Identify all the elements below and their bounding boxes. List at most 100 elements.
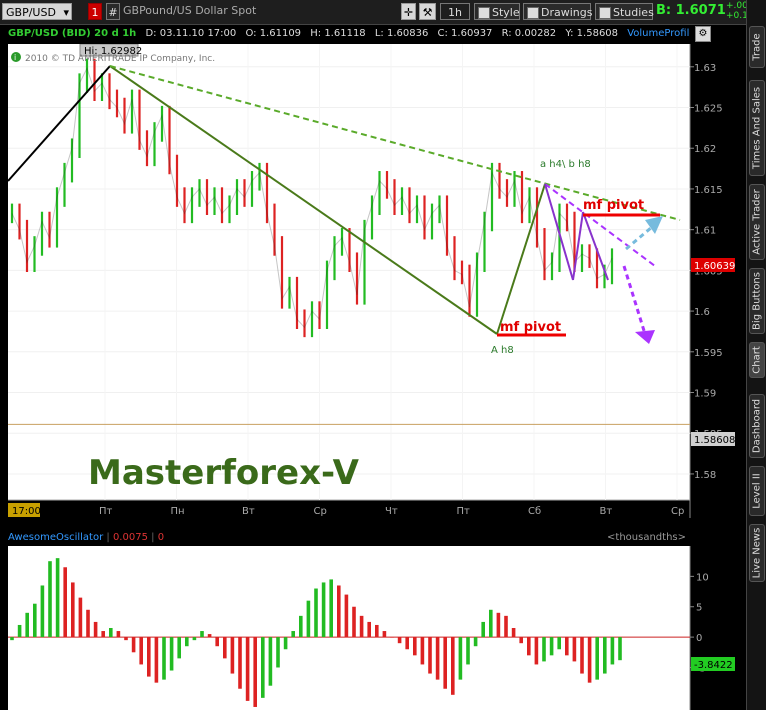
- oscillator-chart[interactable]: 1050-5 -3.8422: [0, 546, 746, 710]
- oscillator-bar: [261, 637, 265, 698]
- oscillator-title[interactable]: AwesomeOscillator: [8, 532, 103, 543]
- oscillator-bar: [177, 637, 181, 659]
- drawings-button[interactable]: Drawings: [523, 3, 593, 20]
- price-time-tick-label: Пн: [171, 506, 185, 517]
- link-flag[interactable]: 1: [88, 3, 102, 20]
- sidebar-tab-dashboard[interactable]: Dashboard: [749, 394, 765, 458]
- oscillator-bar: [618, 637, 622, 661]
- sidebar-tab-chart[interactable]: Chart: [749, 342, 765, 378]
- oscillator-bar: [352, 606, 356, 638]
- sidebar-tab-label: Big Buttons: [751, 272, 763, 330]
- price-tick-label: 1.61: [694, 226, 716, 237]
- pivot-label-lower: mf pivot: [500, 320, 561, 335]
- oscillator-bar: [48, 561, 52, 638]
- chevron-down-icon: ▾: [63, 6, 69, 19]
- chart-symbol-label: GBP/USD (BID) 20 d 1h: [8, 28, 137, 39]
- timeframe-button[interactable]: 1h: [440, 3, 470, 20]
- oscillator-bar: [86, 609, 90, 638]
- oscillator-bar: [420, 637, 425, 665]
- wrench-icon[interactable]: ⚒: [419, 3, 436, 20]
- oscillator-bar: [466, 637, 470, 665]
- oscillator-bar: [268, 637, 273, 686]
- style-button[interactable]: Style: [474, 3, 520, 20]
- oscillator-tick-label: 10: [696, 572, 709, 583]
- info-date: D: 03.11.10 17:00: [145, 28, 237, 39]
- copyright-text: 2010 © TD AMERITRADE IP Company, Inc.: [25, 54, 215, 64]
- sidebar-tab-live-news[interactable]: Live News: [749, 524, 765, 582]
- oscillator-bar: [443, 637, 447, 689]
- oscillator-bar: [580, 637, 584, 674]
- chart-settings-icon[interactable]: ⚙: [695, 26, 711, 42]
- sidebar-tab-label: Trade: [751, 33, 763, 61]
- oscillator-bar: [215, 637, 219, 647]
- oscillator-bar: [63, 567, 67, 638]
- oscillator-bar: [610, 637, 615, 665]
- oscillator-bar: [93, 621, 98, 638]
- price-time-tick-label: Пт: [457, 506, 471, 517]
- grid-icon[interactable]: #: [106, 3, 120, 20]
- study-label[interactable]: VolumeProfile (A...: [627, 26, 690, 42]
- oscillator-bar: [329, 579, 333, 638]
- sidebar-tab-label: Times And Sales: [751, 86, 763, 170]
- oscillator-bar: [207, 634, 212, 638]
- sidebar-tab-level-ii[interactable]: Level II: [749, 466, 765, 516]
- oscillator-bar: [116, 631, 121, 638]
- oscillator-bar: [283, 637, 288, 650]
- y-marker-label: 1.58608: [694, 435, 735, 446]
- oscillator-bar: [359, 615, 364, 638]
- symbol-selector[interactable]: GBP/USD ▾: [2, 3, 72, 20]
- price-chart[interactable]: 1.631.6251.621.6151.611.6051.61.5951.591…: [0, 44, 746, 518]
- quote-info-bar: GBP/USD (BID) 20 d 1h D: 03.11.10 17:00 …: [8, 26, 690, 42]
- oscillator-zero: 0: [157, 532, 165, 543]
- sidebar-tab-trade[interactable]: Trade: [749, 26, 765, 68]
- y-marker-tag: 1.58608: [691, 432, 735, 446]
- oscillator-bar: [375, 624, 379, 638]
- info-icon-glyph: i: [14, 53, 16, 62]
- crosshair-icon[interactable]: ✛: [401, 3, 416, 20]
- price-tick-label: 1.58: [694, 470, 716, 481]
- price-time-tick-label: Сб: [528, 506, 541, 517]
- change-pct: +0.14%: [726, 11, 763, 21]
- price-tick-label: 1.625: [694, 104, 723, 115]
- price-time-tick-label: Ср: [671, 506, 684, 517]
- watermark-text: Masterforex-V: [88, 453, 360, 493]
- oscillator-bar: [223, 637, 227, 659]
- oscillator-tick-label: 0: [696, 633, 702, 644]
- oscillator-bar: [511, 628, 516, 638]
- bid-price: B: 1.6071: [656, 3, 726, 18]
- drawings-label: Drawings: [541, 6, 593, 19]
- info-low: L: 1.60836: [374, 28, 429, 39]
- sidebar-tab-big-buttons[interactable]: Big Buttons: [749, 268, 765, 334]
- oscillator-bar: [405, 637, 409, 650]
- oscillator-bar: [299, 615, 303, 638]
- wave-label-b: a h4\ b h8: [540, 159, 591, 170]
- oscillator-bar: [78, 597, 83, 638]
- oscillator-bar: [435, 637, 440, 680]
- oscillator-bar: [291, 631, 295, 638]
- sidebar-tab-times-and-sales[interactable]: Times And Sales: [749, 80, 765, 176]
- oscillator-bar: [413, 637, 417, 656]
- oscillator-value-tag: -3.8422: [691, 657, 735, 671]
- info-high: H: 1.61118: [310, 28, 366, 39]
- sidebar-tab-active-trader[interactable]: Active Trader: [749, 184, 765, 260]
- oscillator-bar: [428, 637, 432, 674]
- oscillator-bar: [162, 637, 166, 680]
- oscillator-bar: [534, 637, 539, 665]
- oscillator-bar: [481, 621, 485, 638]
- oscillator-bar: [473, 637, 478, 647]
- oscillator-bar: [572, 637, 577, 662]
- style-label: Style: [492, 6, 520, 19]
- pivot-label-upper: mf pivot: [583, 198, 644, 213]
- symbol-label: GBP/USD: [6, 6, 56, 19]
- oscillator-bar: [71, 582, 75, 638]
- symbol-description: GBPound/US Dollar Spot: [123, 4, 257, 17]
- price-time-tick-label: Пт: [99, 506, 113, 517]
- price-time-tick-label: Ср: [314, 506, 327, 517]
- sidebar-tab-label: Live News: [751, 527, 763, 579]
- sidebar-tab-label: Chart: [751, 346, 763, 374]
- studies-button[interactable]: Studies: [595, 3, 654, 20]
- oscillator-bar: [124, 637, 128, 641]
- oscillator-value: 0.0075: [112, 532, 148, 543]
- price-time-tick-label: Вт: [242, 506, 255, 517]
- oscillator-bar: [33, 603, 37, 638]
